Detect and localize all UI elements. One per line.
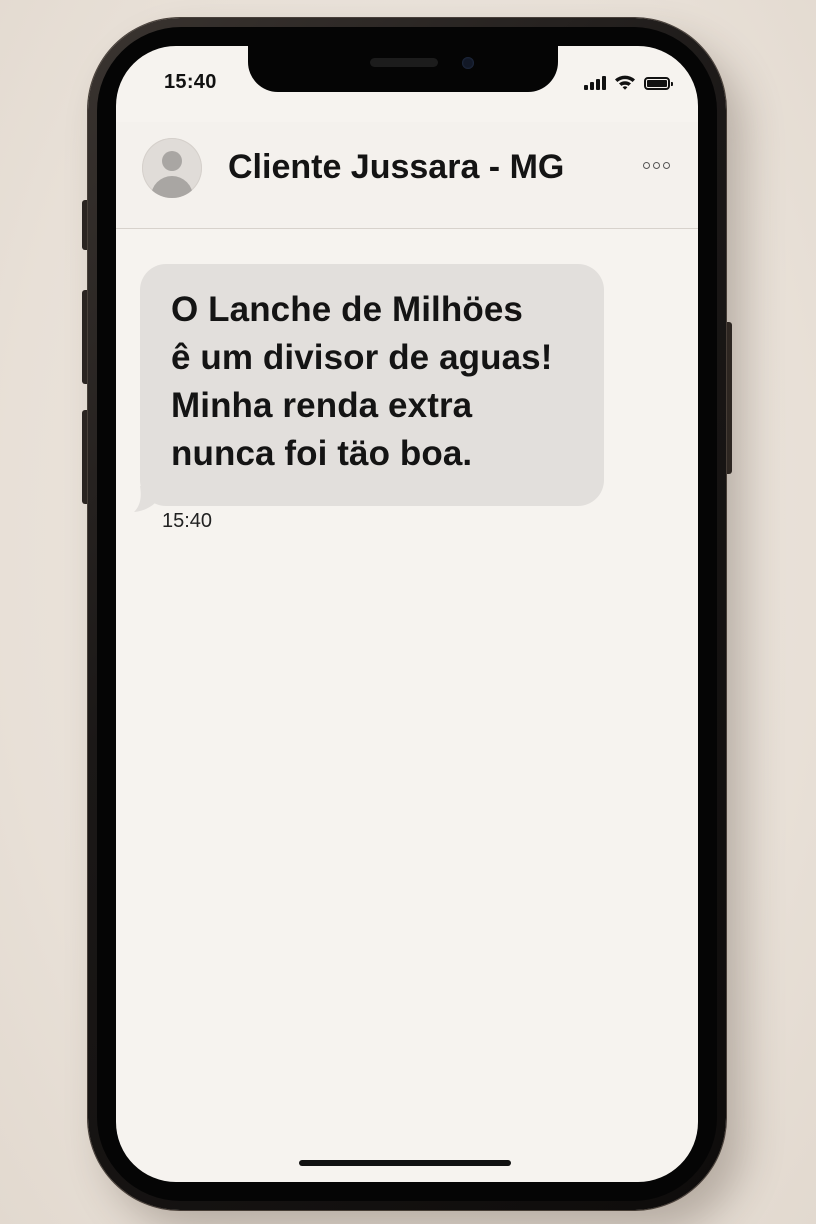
message-timestamp: 15:40 <box>162 510 213 532</box>
avatar[interactable] <box>142 138 202 198</box>
incoming-message-bubble[interactable]: O Lanche de Milhöes ê um divisor de agua… <box>140 264 604 506</box>
contact-name[interactable]: Cliente Jussara - MG <box>228 148 564 187</box>
message-text: O Lanche de Milhöes ê um divisor de agua… <box>171 290 553 473</box>
person-placeholder-body <box>151 176 193 198</box>
battery-icon <box>644 77 673 90</box>
wifi-icon <box>615 75 635 90</box>
notch <box>248 46 558 92</box>
status-time: 15:40 <box>164 71 217 93</box>
earpiece-speaker <box>370 58 438 67</box>
front-camera <box>462 57 474 69</box>
chat-header: Cliente Jussara - MG <box>116 122 698 229</box>
phone-screen: 15:40 Cliente Jussara - MG O Lanche de M… <box>116 46 698 1182</box>
more-options-icon[interactable] <box>643 162 670 169</box>
home-indicator[interactable] <box>299 1160 511 1166</box>
person-placeholder-icon <box>162 151 182 171</box>
signal-icon <box>584 76 606 90</box>
status-icons <box>584 74 673 90</box>
